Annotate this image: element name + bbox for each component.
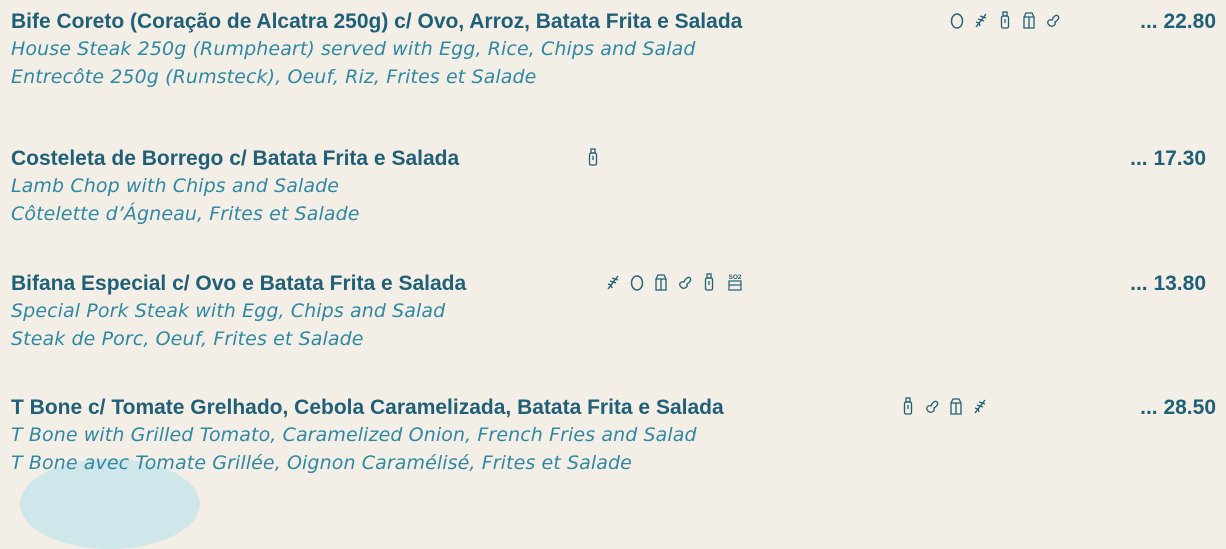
dish-english: Special Pork Steak with Egg, Chips and S…	[11, 300, 446, 322]
bottle-icon	[702, 273, 716, 291]
dish-english: T Bone with Grilled Tomato, Caramelized …	[11, 424, 697, 446]
wheat-icon	[974, 11, 988, 29]
bottle-icon	[901, 397, 915, 415]
so2-icon: SO2	[726, 273, 744, 291]
dish-french: Steak de Porc, Oeuf, Frites et Salade	[11, 328, 364, 350]
dish-english: Lamb Chop with Chips and Salade	[11, 175, 340, 197]
menu-item: Bifana Especial c/ Ovo e Batata Frita e …	[11, 271, 1216, 353]
allergen-icons	[901, 397, 987, 415]
allergen-icons: SO2	[606, 273, 744, 291]
milk-carton-icon	[949, 397, 963, 415]
allergen-icons	[950, 11, 1060, 29]
wheat-icon	[973, 397, 987, 415]
dish-price: ... 13.80	[1130, 272, 1206, 295]
dish-french: T Bone avec Tomate Grillée, Oignon Caram…	[11, 452, 632, 474]
egg-icon	[950, 11, 964, 29]
menu-item: Costeleta de Borrego c/ Batata Frita e S…	[11, 146, 1216, 228]
egg-icon	[630, 273, 644, 291]
svg-text:SO2: SO2	[728, 274, 741, 281]
dish-price: ... 22.80	[1140, 10, 1216, 33]
peanut-icon	[1046, 11, 1060, 29]
dish-title: Costeleta de Borrego c/ Batata Frita e S…	[11, 147, 460, 170]
bottle-icon	[586, 148, 600, 166]
dish-price: ... 17.30	[1130, 147, 1206, 170]
peanut-icon	[678, 273, 692, 291]
dish-price: ... 28.50	[1140, 396, 1216, 419]
dish-title: T Bone c/ Tomate Grelhado, Cebola Carame…	[11, 396, 724, 419]
dish-french: Entrecôte 250g (Rumsteck), Oeuf, Riz, Fr…	[11, 66, 537, 88]
menu-item: Bife Coreto (Coração de Alcatra 250g) c/…	[11, 9, 1216, 91]
menu-item: T Bone c/ Tomate Grelhado, Cebola Carame…	[11, 395, 1216, 477]
allergen-icons	[586, 148, 600, 166]
wheat-icon	[606, 273, 620, 291]
dish-english: House Steak 250g (Rumpheart) served with…	[11, 38, 696, 60]
milk-carton-icon	[1022, 11, 1036, 29]
milk-carton-icon	[654, 273, 668, 291]
bottle-icon	[998, 11, 1012, 29]
peanut-icon	[925, 397, 939, 415]
dish-french: Côtelette d’Ágneau, Frites et Salade	[11, 203, 360, 225]
